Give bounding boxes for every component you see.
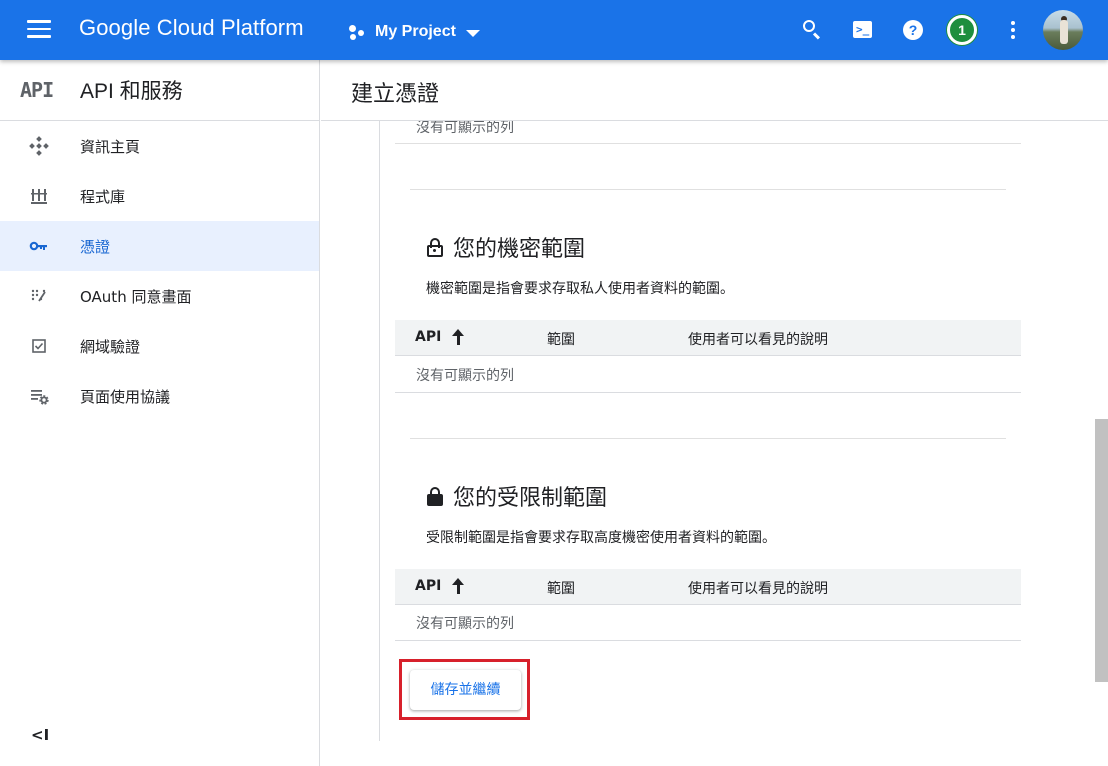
section-divider [410,189,1006,190]
collapse-sidebar-icon[interactable]: <I [31,726,49,744]
product-title[interactable]: Google Cloud Platform [79,15,304,41]
menu-icon[interactable] [27,20,51,40]
page-header: 建立憑證 [321,60,1108,121]
step-line [379,121,380,741]
terminal-icon[interactable]: >_ [851,18,875,42]
table-bottom-border [395,392,1021,393]
sidebar-item-label: OAuth 同意畫面 [80,287,192,306]
key-icon [29,241,47,251]
restricted-scopes-title: 您的受限制範圍 [427,480,607,512]
consent-icon [31,289,46,302]
sensitive-scopes-title: 您的機密範圍 [427,231,585,263]
project-name: My Project [375,23,456,40]
table-bottom-border [395,640,1021,641]
restricted-table-empty: 沒有可顯示的列 [416,616,514,632]
notification-badge[interactable]: 1 [947,15,977,45]
top-app-bar: Google Cloud Platform My Project >_ ? 1 [0,0,1108,60]
sensitive-scopes-description: 機密範圍是指會要求存取私人使用者資料的範圍。 [426,281,734,297]
settings-list-icon [31,390,49,405]
section-title: 您的機密範圍 [453,236,586,261]
sort-ascending-icon [451,329,465,345]
table-bottom-border [395,143,1021,144]
project-icon [347,22,367,42]
section-divider [410,438,1006,439]
sidebar-item-domain-verification[interactable]: 網域驗證 [0,321,319,371]
save-and-continue-button[interactable]: 儲存並繼續 [410,670,521,710]
column-header-scope: 範圍 [547,332,575,348]
sidebar-item-label: 網域驗證 [80,337,141,356]
avatar[interactable] [1043,10,1083,50]
sidebar-header: API API 和服務 [0,60,319,121]
column-header-description: 使用者可以看見的說明 [688,332,828,348]
sidebar-item-label: 頁面使用協議 [80,387,171,406]
sensitive-table-empty: 沒有可顯示的列 [416,368,514,384]
page-title: 建立憑證 [351,81,440,106]
column-header-api[interactable]: API [415,578,465,594]
section-title: 您的受限制範圍 [453,485,608,510]
sidebar-item-page-usage-agreement[interactable]: 頁面使用協議 [0,371,319,421]
column-label: API [415,329,442,345]
column-header-description: 使用者可以看見的說明 [688,581,828,597]
sort-ascending-icon [451,578,465,594]
lock-icon [427,486,443,506]
terminal-glyph: >_ [856,23,870,36]
library-icon [31,189,47,204]
restricted-table-header: API 範圍 使用者可以看見的說明 [395,569,1021,605]
sidebar-item-label: 資訊主頁 [80,137,141,156]
previous-table-empty: 沒有可顯示的列 [416,121,514,136]
sidebar: API API 和服務 資訊主頁 程式庫 憑證 OAuth 同意畫面 網域驗證 … [0,60,320,766]
more-vert-icon[interactable] [1001,18,1025,42]
dashboard-icon [29,136,49,156]
help-glyph: ? [903,20,923,40]
column-label: API [415,578,442,594]
api-logo-icon: API [20,78,54,102]
restricted-scopes-description: 受限制範圍是指會要求存取高度機密使用者資料的範圍。 [426,530,776,546]
column-header-api[interactable]: API [415,329,465,345]
lock-open-icon [427,237,443,257]
sidebar-item-library[interactable]: 程式庫 [0,171,319,221]
sidebar-item-label: 程式庫 [80,187,126,206]
search-icon[interactable] [801,18,825,42]
checkbox-icon [32,339,46,353]
main-content: 沒有可顯示的列 您的機密範圍 機密範圍是指會要求存取私人使用者資料的範圍。 AP… [321,121,1108,766]
caret-down-icon [465,30,480,37]
sidebar-item-dashboard[interactable]: 資訊主頁 [0,121,319,171]
project-selector[interactable]: My Project [347,18,480,46]
sidebar-item-credentials[interactable]: 憑證 [0,221,319,271]
scrollbar-thumb[interactable] [1095,419,1108,682]
sidebar-item-label: 憑證 [80,237,111,256]
sensitive-table-header: API 範圍 使用者可以看見的說明 [395,320,1021,356]
help-icon[interactable]: ? [901,18,925,42]
column-header-scope: 範圍 [547,581,575,597]
sidebar-item-oauth-consent[interactable]: OAuth 同意畫面 [0,271,319,321]
sidebar-title: API 和服務 [80,80,183,103]
